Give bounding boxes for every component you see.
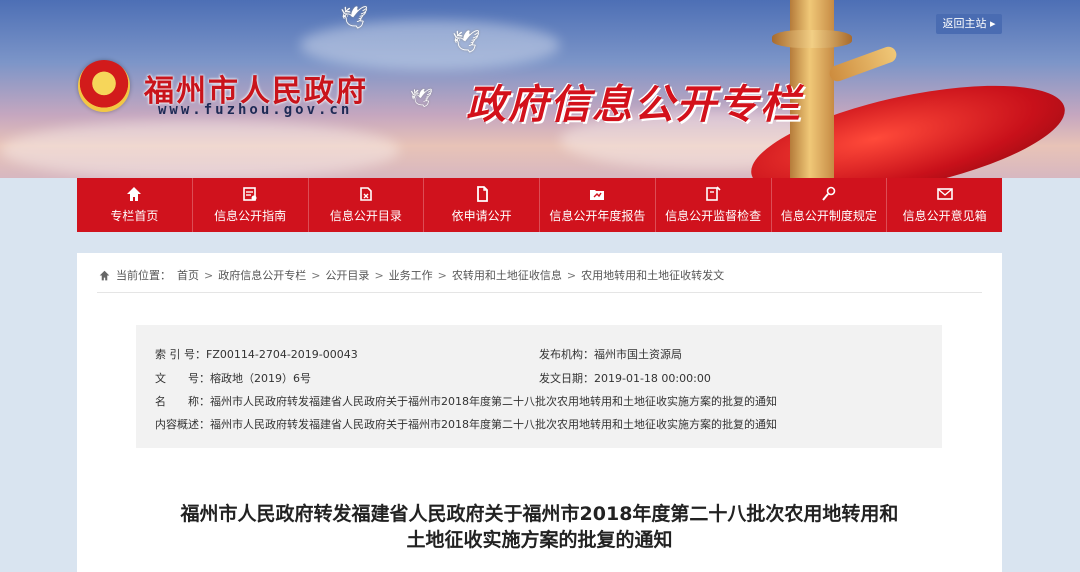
nav-item-mailbox[interactable]: 信息公开意见箱 xyxy=(887,178,1002,232)
nav-item-catalog[interactable]: 信息公开目录 xyxy=(309,178,425,232)
site-url: www.fuzhou.gov.cn xyxy=(158,102,353,118)
home-icon xyxy=(127,187,142,201)
nav-label: 信息公开监督检查 xyxy=(665,209,762,223)
nav-label: 信息公开制度规定 xyxy=(780,209,877,223)
nav-item-apply[interactable]: 依申请公开 xyxy=(424,178,540,232)
cloud-decoration xyxy=(0,120,400,178)
main-nav: 专栏首页 信息公开指南 信息公开目录 依申请公开 信息公开年度报告 信息公开监督… xyxy=(77,178,1002,232)
meta-date: 发文日期：2019-01-18 00:00:00 xyxy=(539,370,711,386)
caret-right-icon: ▸ xyxy=(986,17,996,30)
nav-item-regulation[interactable]: 信息公开制度规定 xyxy=(772,178,888,232)
national-emblem-icon: ★ xyxy=(78,60,130,112)
catalog-icon xyxy=(360,187,372,201)
nav-item-annual-report[interactable]: 信息公开年度报告 xyxy=(540,178,656,232)
document-meta-box: 索 引 号：FZ00114-2704-2019-00043 发布机构：福州市国土… xyxy=(136,325,942,448)
guide-icon xyxy=(243,187,257,201)
breadcrumb-item-column[interactable]: 政府信息公开专栏 xyxy=(218,267,306,283)
meta-docno: 文 号：榕政地（2019）6号 xyxy=(155,370,311,386)
meta-index-value: FZ00114-2704-2019-00043 xyxy=(206,348,358,361)
header-banner: 🕊 🕊 🕊 ★ 福州市人民政府 www.fuzhou.gov.cn 政府信息公开… xyxy=(0,0,1080,178)
nav-item-guide[interactable]: 信息公开指南 xyxy=(193,178,309,232)
breadcrumb-item-home[interactable]: 首页 xyxy=(177,267,199,283)
breadcrumb-separator: > xyxy=(437,268,447,282)
meta-publisher-value: 福州市国土资源局 xyxy=(594,348,682,361)
breadcrumb-separator: > xyxy=(311,268,321,282)
return-main-site-button[interactable]: 返回主站 ▸ xyxy=(936,14,1002,34)
breadcrumb-item-land-info[interactable]: 农转用和土地征收信息 xyxy=(452,267,562,283)
breadcrumb-item-current[interactable]: 农用地转用和土地征收转发文 xyxy=(581,267,724,283)
breadcrumb-prefix: 当前位置： xyxy=(116,269,171,282)
meta-date-key: 发文日期： xyxy=(539,372,594,385)
pillar-cap-decoration xyxy=(772,30,852,48)
meta-name-key: 名 称： xyxy=(155,395,210,408)
dove-icon: 🕊 xyxy=(452,30,480,55)
meta-docno-key: 文 号： xyxy=(155,372,210,385)
dove-icon: 🕊 xyxy=(340,6,368,31)
column-title: 政府信息公开专栏 xyxy=(466,82,802,128)
inspection-icon xyxy=(706,186,721,201)
return-label: 返回主站 xyxy=(942,17,987,30)
divider xyxy=(97,292,982,293)
breadcrumb-item-catalog[interactable]: 公开目录 xyxy=(325,267,369,283)
breadcrumb-item-business[interactable]: 业务工作 xyxy=(389,267,433,283)
content-panel: 当前位置： 首页 > 政府信息公开专栏 > 公开目录 > 业务工作 > 农转用和… xyxy=(77,253,1002,572)
document-title: 福州市人民政府转发福建省人民政府关于福州市2018年度第二十八批次农用地转用和 … xyxy=(77,501,1002,553)
document-title-line1: 福州市人民政府转发福建省人民政府关于福州市2018年度第二十八批次农用地转用和 xyxy=(180,503,899,525)
nav-item-home[interactable]: 专栏首页 xyxy=(77,178,193,232)
meta-name: 名 称：福州市人民政府转发福建省人民政府关于福州市2018年度第二十八批次农用地… xyxy=(155,393,777,409)
meta-summary-key: 内容概述： xyxy=(155,418,210,431)
document-title-line2: 土地征收实施方案的批复的通知 xyxy=(406,529,673,551)
meta-publisher-key: 发布机构： xyxy=(539,348,594,361)
breadcrumb-separator: > xyxy=(204,268,214,282)
pillar-wing-decoration xyxy=(827,44,899,84)
breadcrumb: 当前位置： 首页 > 政府信息公开专栏 > 公开目录 > 业务工作 > 农转用和… xyxy=(99,267,724,283)
dove-icon: 🕊 xyxy=(410,88,433,109)
meta-summary: 内容概述：福州市人民政府转发福建省人民政府关于福州市2018年度第二十八批次农用… xyxy=(155,416,777,432)
breadcrumb-separator: > xyxy=(374,268,384,282)
cloud-decoration xyxy=(300,20,560,70)
mail-icon xyxy=(936,188,953,200)
meta-index: 索 引 号：FZ00114-2704-2019-00043 xyxy=(155,346,358,362)
report-icon xyxy=(590,190,605,200)
nav-label: 专栏首页 xyxy=(110,209,159,223)
nav-label: 信息公开目录 xyxy=(329,209,402,223)
document-icon xyxy=(476,186,488,202)
nav-label: 信息公开指南 xyxy=(214,209,287,223)
meta-date-value: 2019-01-18 00:00:00 xyxy=(594,372,711,385)
breadcrumb-separator: > xyxy=(566,268,577,282)
meta-summary-value: 福州市人民政府转发福建省人民政府关于福州市2018年度第二十八批次农用地转用和土… xyxy=(210,418,777,431)
nav-label: 信息公开年度报告 xyxy=(549,209,646,223)
meta-docno-value: 榕政地（2019）6号 xyxy=(210,372,311,385)
meta-index-key: 索 引 号： xyxy=(155,348,206,361)
meta-name-value: 福州市人民政府转发福建省人民政府关于福州市2018年度第二十八批次农用地转用和土… xyxy=(210,395,777,408)
regulation-icon xyxy=(822,186,836,201)
meta-publisher: 发布机构：福州市国土资源局 xyxy=(539,346,682,362)
home-icon xyxy=(99,270,110,280)
nav-item-inspection[interactable]: 信息公开监督检查 xyxy=(656,178,772,232)
nav-label: 信息公开意见箱 xyxy=(902,209,987,223)
nav-label: 依申请公开 xyxy=(451,209,512,223)
